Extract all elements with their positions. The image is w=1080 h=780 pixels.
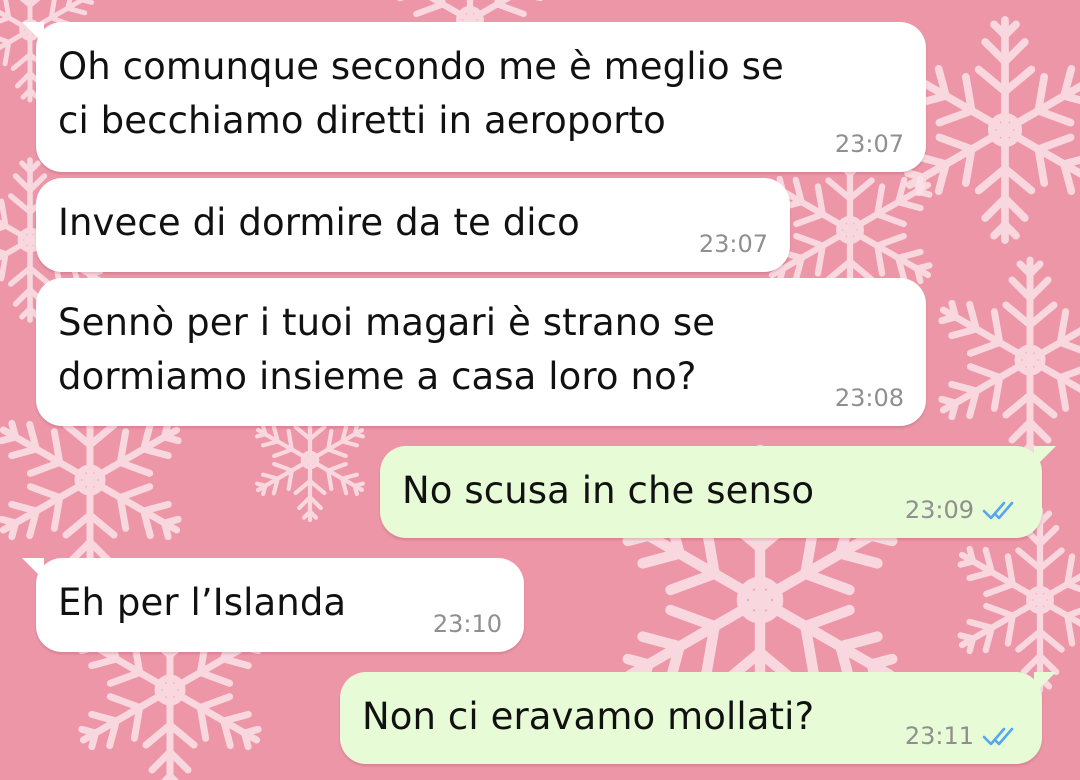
message-text: No scusa in che senso — [402, 469, 815, 512]
message-bubble-outgoing[interactable]: Non ci eravamo mollati? 23:11 — [340, 672, 1056, 764]
message-timestamp: 23:10 — [432, 610, 502, 638]
bubble-tail — [1034, 446, 1056, 468]
double-check-icon — [982, 501, 1014, 520]
bubble-tail — [22, 558, 44, 580]
message-bubble-incoming[interactable]: Oh comunque secondo me è meglio se ci be… — [22, 22, 926, 172]
bubble-tail — [1034, 672, 1056, 694]
double-check-icon — [982, 727, 1014, 746]
message-text: Oh comunque secondo me è meglio se ci be… — [58, 45, 784, 142]
message-text: Non ci eravamo mollati? — [362, 695, 815, 738]
message-bubble-incoming[interactable]: Eh per l’Islanda 23:10 — [22, 558, 524, 652]
message-timestamp: 23:08 — [834, 384, 904, 412]
message-timestamp: 23:07 — [834, 130, 904, 158]
message-text: Eh per l’Islanda — [58, 581, 347, 624]
bubble-tail — [22, 22, 44, 44]
message-timestamp: 23:11 — [904, 722, 974, 750]
message-timestamp: 23:09 — [904, 496, 974, 524]
message-timestamp: 23:07 — [698, 230, 768, 258]
message-bubble-incoming[interactable]: Sennò per i tuoi magari è strano se dorm… — [36, 278, 926, 426]
message-text: Invece di dormire da te dico — [58, 201, 580, 244]
message-bubble-incoming[interactable]: Invece di dormire da te dico 23:07 — [36, 178, 790, 272]
message-bubble-outgoing[interactable]: No scusa in che senso 23:09 — [380, 446, 1056, 538]
message-text: Sennò per i tuoi magari è strano se dorm… — [58, 301, 716, 398]
